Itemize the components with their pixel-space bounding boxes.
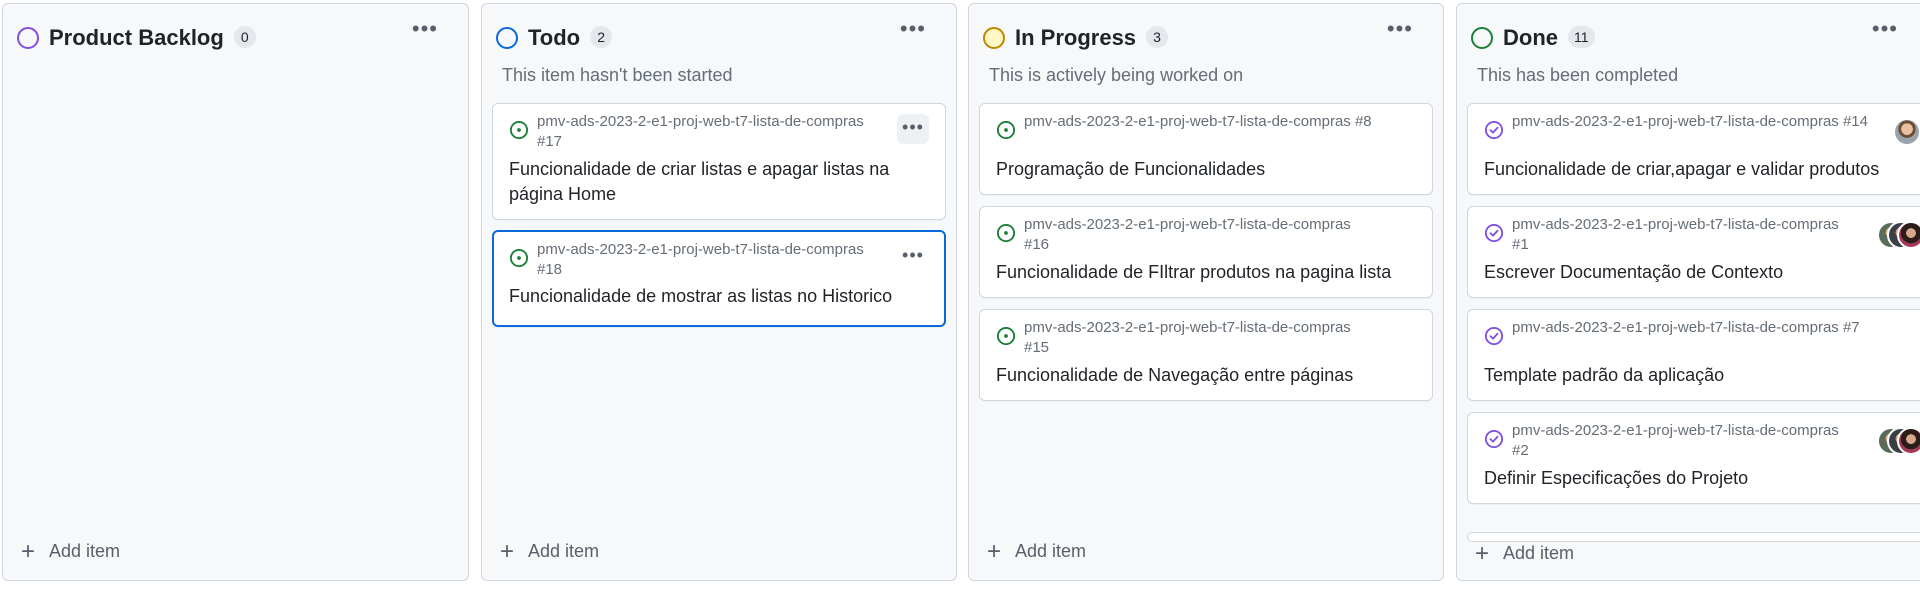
plus-icon: +	[987, 538, 1002, 565]
item-count-badge: 3	[1146, 26, 1169, 48]
item-count-badge: 0	[233, 26, 256, 48]
issue-card[interactable]: pmv-ads-2023-2-e1-proj-web-t7-lista-de-c…	[1467, 103, 1920, 195]
card-title[interactable]: Escrever Documentação de Contexto	[1484, 260, 1920, 285]
card-title[interactable]: Definir Especificações do Projeto	[1484, 466, 1920, 491]
column-todo: Todo 2 ••• This item hasn't been started …	[481, 3, 957, 581]
issue-card[interactable]: pmv-ads-2023-2-e1-proj-web-t7-lista-de-c…	[979, 309, 1433, 401]
card-menu-icon[interactable]: •••	[897, 242, 929, 272]
card-title[interactable]: Funcionalidade de criar,apagar e validar…	[1484, 157, 1920, 182]
column-description: This has been completed	[1477, 65, 1679, 85]
plus-icon: +	[500, 538, 515, 565]
status-circle-icon	[1471, 27, 1493, 49]
card-repo-link[interactable]: pmv-ads-2023-2-e1-proj-web-t7-lista-de-c…	[537, 240, 884, 280]
issue-card[interactable]: pmv-ads-2023-2-e1-proj-web-t7-lista-de-c…	[979, 206, 1433, 298]
card-title[interactable]: Template padrão da aplicação	[1484, 363, 1920, 388]
issue-open-icon	[996, 223, 1016, 243]
issue-card[interactable]: pmv-ads-2023-2-e1-proj-web-t7-lista-de-c…	[1467, 412, 1920, 504]
issue-open-icon	[509, 248, 529, 268]
project-board: Product Backlog 0 ••• + Add item Todo 2 •••…	[0, 0, 1920, 592]
column-menu-icon[interactable]: •••	[1872, 18, 1898, 40]
add-item-button[interactable]: + Add item	[987, 538, 1086, 566]
assignees	[1877, 221, 1920, 249]
plus-icon: +	[21, 538, 36, 565]
status-circle-icon	[983, 27, 1005, 49]
column-header: Done 11 •••	[1457, 4, 1920, 72]
column-in-progress: In Progress 3 ••• This is actively being …	[968, 3, 1444, 581]
column-header: Todo 2 •••	[482, 4, 956, 72]
issue-card[interactable]: pmv-ads-2023-2-e1-proj-web-t7-lista-de-c…	[1467, 206, 1920, 298]
card-repo-link[interactable]: pmv-ads-2023-2-e1-proj-web-t7-lista-de-c…	[1512, 215, 1851, 255]
column-product-backlog: Product Backlog 0 ••• + Add item	[2, 3, 469, 581]
assignees	[1893, 118, 1920, 146]
issue-open-icon	[996, 120, 1016, 140]
card-title[interactable]: Funcionalidade de mostrar as listas no H…	[509, 284, 930, 309]
column-done: Done 11 ••• This has been completed pmv-a…	[1456, 3, 1920, 581]
column-description: This item hasn't been started	[502, 65, 733, 85]
issue-closed-icon	[1484, 223, 1504, 243]
column-title: Product Backlog 0	[49, 25, 256, 51]
card-repo-link[interactable]: pmv-ads-2023-2-e1-proj-web-t7-lista-de-c…	[1512, 318, 1881, 338]
issue-card-selected[interactable]: pmv-ads-2023-2-e1-proj-web-t7-lista-de-c…	[492, 230, 946, 327]
card-title[interactable]: Funcionalidade de FIltrar produtos na pa…	[996, 260, 1418, 285]
column-description: This is actively being worked on	[989, 65, 1244, 85]
add-item-button[interactable]: + Add item	[500, 538, 599, 566]
column-header: In Progress 3 •••	[969, 4, 1443, 72]
avatar[interactable]	[1897, 427, 1920, 455]
card-repo-link[interactable]: pmv-ads-2023-2-e1-proj-web-t7-lista-de-c…	[1024, 215, 1372, 255]
status-circle-icon	[17, 27, 39, 49]
assignees	[1877, 427, 1920, 455]
column-menu-icon[interactable]: •••	[412, 18, 438, 40]
avatar[interactable]	[1897, 221, 1920, 249]
add-item-button[interactable]: + Add item	[1475, 540, 1574, 568]
column-title: In Progress 3	[1015, 25, 1169, 51]
card-title[interactable]: Funcionalidade de criar listas e apagar …	[509, 157, 931, 207]
avatar[interactable]	[1893, 118, 1920, 146]
item-count-badge: 11	[1568, 26, 1595, 48]
plus-icon: +	[1475, 540, 1490, 567]
column-header: Product Backlog 0 •••	[3, 4, 468, 72]
card-title[interactable]: Programação de Funcionalidades	[996, 157, 1418, 182]
card-repo-link[interactable]: pmv-ads-2023-2-e1-proj-web-t7-lista-de-c…	[1512, 112, 1881, 132]
column-title: Done 11	[1503, 25, 1595, 51]
issue-open-icon	[996, 326, 1016, 346]
issue-closed-icon	[1484, 120, 1504, 140]
card-repo-link[interactable]: pmv-ads-2023-2-e1-proj-web-t7-lista-de-c…	[1024, 112, 1372, 132]
issue-card[interactable]: pmv-ads-2023-2-e1-proj-web-t7-lista-de-c…	[979, 103, 1433, 195]
column-menu-icon[interactable]: •••	[900, 18, 926, 40]
issue-closed-icon	[1484, 429, 1504, 449]
add-item-button[interactable]: + Add item	[21, 538, 120, 566]
issue-open-icon	[509, 120, 529, 140]
card-title[interactable]: Funcionalidade de Navegação entre página…	[996, 363, 1418, 388]
status-circle-icon	[496, 27, 518, 49]
issue-card[interactable]: pmv-ads-2023-2-e1-proj-web-t7-lista-de-c…	[492, 103, 946, 220]
card-repo-link[interactable]: pmv-ads-2023-2-e1-proj-web-t7-lista-de-c…	[1024, 318, 1372, 358]
issue-closed-icon	[1484, 326, 1504, 346]
card-menu-icon[interactable]: •••	[897, 114, 929, 144]
card-repo-link[interactable]: pmv-ads-2023-2-e1-proj-web-t7-lista-de-c…	[537, 112, 885, 152]
item-count-badge: 2	[590, 26, 613, 48]
column-menu-icon[interactable]: •••	[1387, 18, 1413, 40]
column-title: Todo 2	[528, 25, 613, 51]
issue-card[interactable]: pmv-ads-2023-2-e1-proj-web-t7-lista-de-c…	[1467, 309, 1920, 401]
card-repo-link[interactable]: pmv-ads-2023-2-e1-proj-web-t7-lista-de-c…	[1512, 421, 1851, 461]
